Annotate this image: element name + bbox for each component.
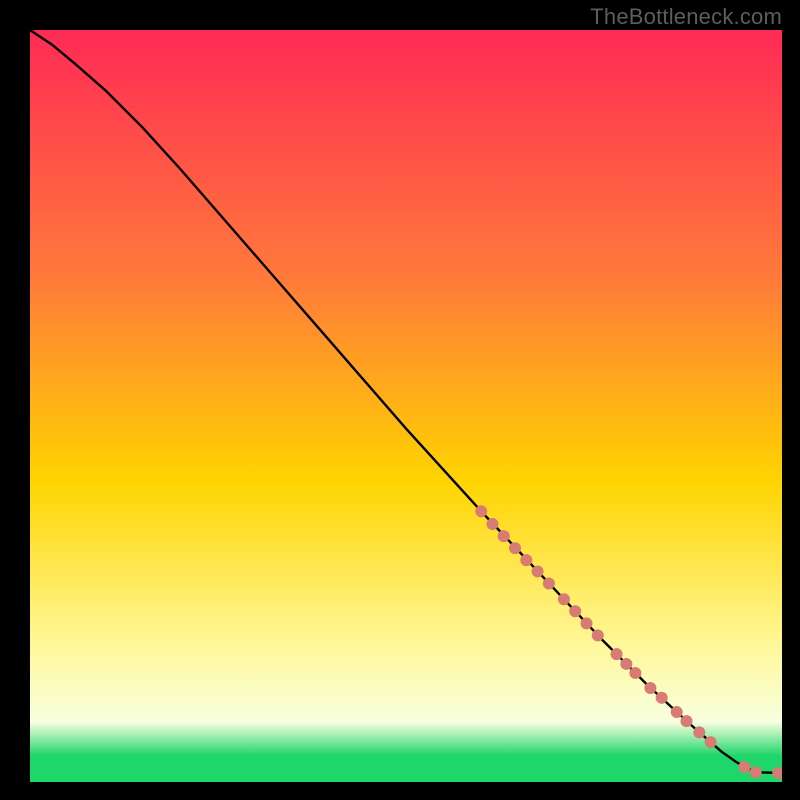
data-point: [620, 658, 632, 670]
data-point: [671, 706, 683, 718]
data-point: [532, 565, 544, 577]
data-point: [520, 554, 532, 566]
data-point: [543, 577, 555, 589]
gradient-background: [30, 30, 782, 782]
data-point: [656, 692, 668, 704]
data-point: [580, 617, 592, 629]
data-point: [738, 761, 750, 773]
data-point: [750, 766, 762, 778]
attribution-text: TheBottleneck.com: [590, 4, 782, 30]
data-point: [705, 736, 717, 748]
data-point: [644, 682, 656, 694]
data-point: [569, 605, 581, 617]
data-point: [681, 715, 693, 727]
plot-area: [30, 30, 782, 782]
chart-frame: TheBottleneck.com: [0, 0, 800, 800]
data-point: [592, 629, 604, 641]
data-point: [509, 542, 521, 554]
data-point: [498, 530, 510, 542]
data-point: [558, 593, 570, 605]
chart-svg: [30, 30, 782, 782]
data-point: [629, 667, 641, 679]
data-point: [486, 518, 498, 530]
data-point: [693, 726, 705, 738]
data-point: [611, 648, 623, 660]
data-point: [475, 505, 487, 517]
